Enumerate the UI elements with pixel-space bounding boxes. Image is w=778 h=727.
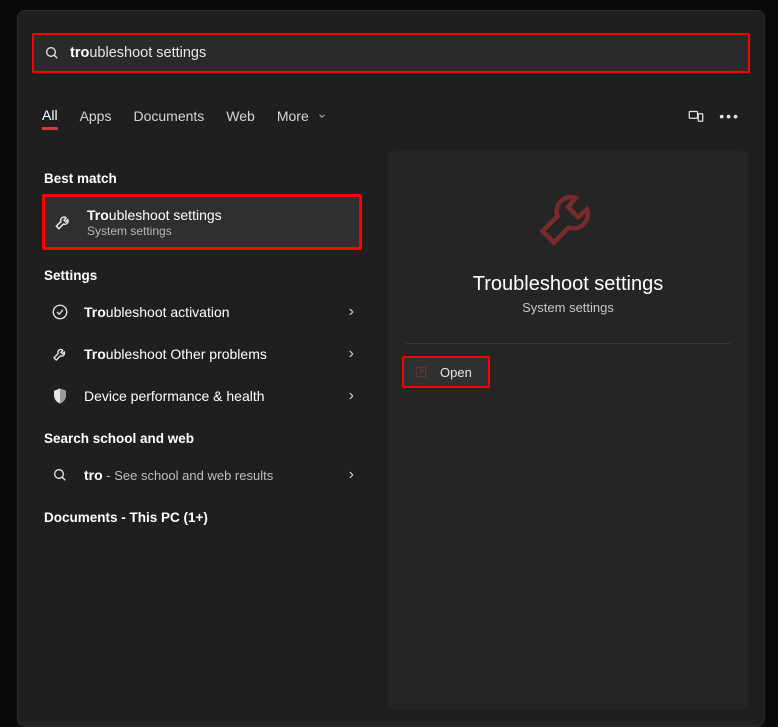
result-title: Troubleshoot activation [84,304,349,320]
result-subtitle: System settings [87,224,355,238]
search-query-text: troubleshoot settings [70,45,206,61]
search-icon [44,45,60,61]
result-title: tro - See school and web results [84,467,349,483]
chevron-right-icon: › [349,345,358,363]
web-search-result[interactable]: tro - See school and web results › [42,454,362,496]
settings-result-activation[interactable]: Troubleshoot activation › [42,291,362,333]
wrench-icon [49,212,77,232]
tab-all[interactable]: All [42,101,58,130]
chevron-right-icon: › [349,387,358,405]
open-button-label: Open [440,365,472,380]
panel-divider [406,343,730,344]
best-match-result[interactable]: Troubleshoot settings System settings [42,194,362,250]
wrench-icon [46,345,74,363]
result-title: Device performance & health [84,388,349,404]
settings-result-device-health[interactable]: Device performance & health › [42,375,362,417]
result-title: Troubleshoot Other problems [84,346,349,362]
tab-apps[interactable]: Apps [80,102,112,130]
search-input[interactable]: troubleshoot settings [32,33,750,73]
checkmark-circle-icon [46,303,74,321]
results-left-column: Best match Troubleshoot settings System … [42,161,362,533]
open-icon [414,365,428,379]
panel-subtitle: System settings [402,300,734,315]
section-documents-pc: Documents - This PC (1+) [44,510,362,525]
chevron-down-icon [317,111,327,121]
chevron-right-icon: › [349,466,358,484]
section-settings: Settings [44,268,362,283]
chevron-right-icon: › [349,303,358,321]
result-title: Troubleshoot settings [87,207,355,223]
shield-icon [46,387,74,405]
settings-result-other-problems[interactable]: Troubleshoot Other problems › [42,333,362,375]
open-button[interactable]: Open [402,356,490,388]
section-search-web: Search school and web [44,431,362,446]
panel-title: Troubleshoot settings [402,273,734,296]
wrench-hero-icon [402,183,734,251]
tab-more[interactable]: More [277,102,327,130]
tab-web[interactable]: Web [226,102,255,130]
more-actions-icon[interactable]: ••• [719,108,740,124]
filter-tabs: All Apps Documents Web More ••• [42,101,740,130]
details-panel: Troubleshoot settings System settings Op… [388,151,748,710]
devices-icon[interactable] [687,107,705,125]
start-search-menu: troubleshoot settings All Apps Documents… [17,10,765,727]
search-icon [46,467,74,483]
section-best-match: Best match [44,171,362,186]
tab-documents[interactable]: Documents [133,102,204,130]
